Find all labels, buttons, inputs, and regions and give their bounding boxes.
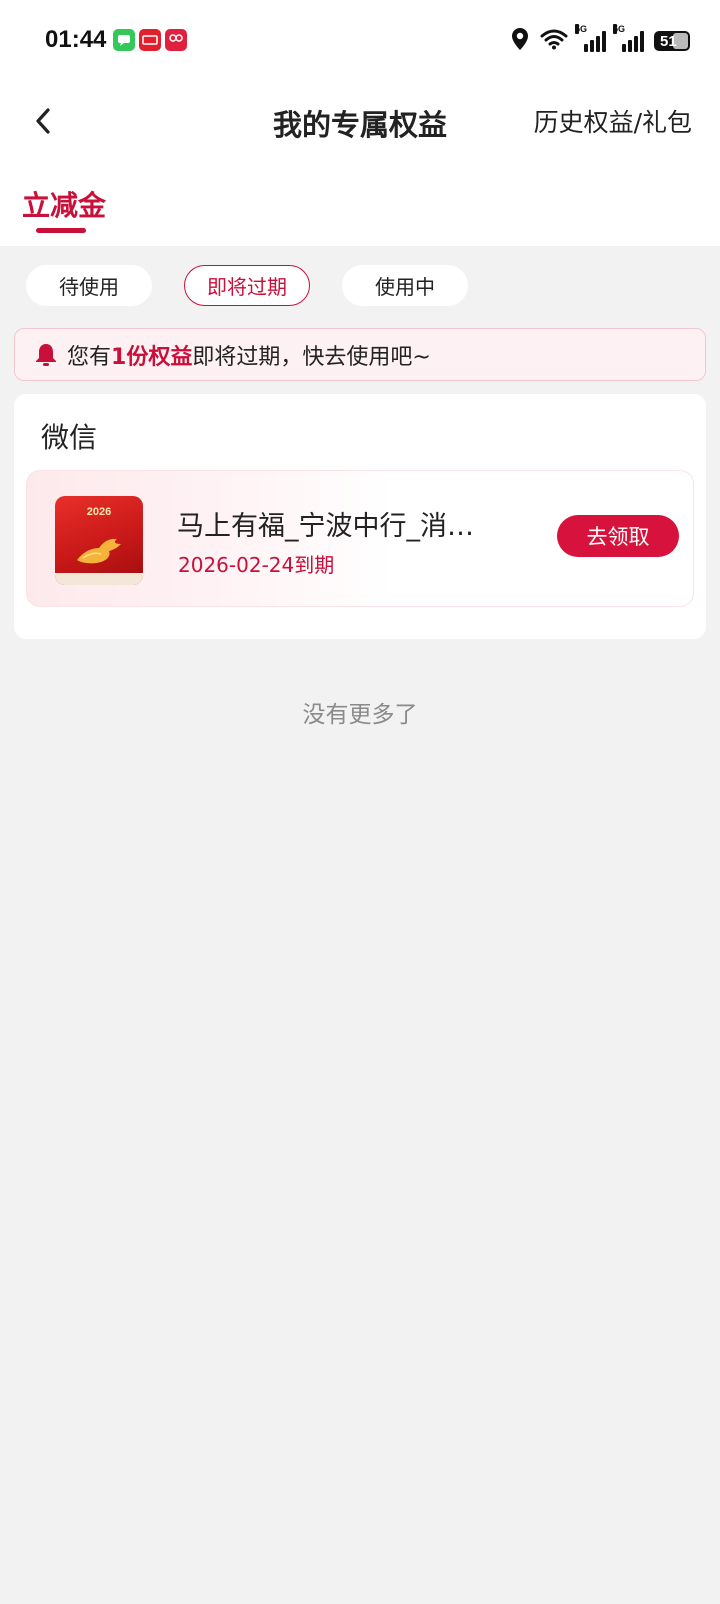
benefit-thumbnail: 2026: [55, 496, 143, 585]
battery-level: 51: [660, 32, 677, 50]
benefit-name: 马上有福_宁波中行_消费...: [177, 511, 497, 542]
thumbnail-year: 2026: [86, 506, 112, 518]
taobao-app-icon: [139, 29, 161, 51]
notice-prefix: 您有: [67, 344, 112, 370]
expiry-notice: 您有 1份权益 即将过期，快去使用吧~: [14, 328, 706, 381]
active-tab-indicator: [36, 228, 86, 233]
cellular-signal-icon: 5G: [613, 24, 644, 52]
location-icon: [510, 27, 530, 55]
no-more-text: 没有更多了: [302, 702, 418, 728]
wifi-icon: [540, 28, 568, 54]
category-tabs: 立减金: [0, 160, 720, 246]
signal-label: 5G: [575, 24, 588, 34]
tab-instant-discount[interactable]: 立减金: [22, 184, 106, 224]
benefit-expiry-date: 2026-02-24到期: [178, 553, 335, 577]
messages-app-icon: [113, 29, 135, 51]
group-title: 微信: [41, 421, 98, 454]
notice-highlight: 1份权益: [111, 344, 193, 370]
page-header: 我的专属权益 历史权益/礼包: [0, 82, 720, 160]
status-icons: 5G 5G 51: [510, 24, 690, 56]
benefit-item[interactable]: 2026 马上有福_宁波中行_消费... 2026-02-24到期 去领取: [26, 470, 694, 607]
bell-icon: [33, 342, 59, 368]
status-time: 01:44: [45, 26, 107, 53]
signal-label: 5G: [613, 24, 626, 34]
history-benefits-link[interactable]: 历史权益/礼包: [534, 103, 692, 139]
shopping-app-icon: [165, 29, 187, 51]
claim-button[interactable]: 去领取: [557, 515, 679, 557]
cellular-signal-icon: 5G: [575, 24, 606, 52]
filter-pending-use[interactable]: 待使用: [26, 265, 152, 306]
battery-icon: 51: [654, 31, 690, 51]
horse-illustration: [77, 538, 121, 564]
benefit-group-card: 微信 2026 马上有福_宁波中行_消费... 2026-02-24到期 去领取: [14, 394, 706, 639]
filter-expiring-soon[interactable]: 即将过期: [184, 265, 310, 306]
notice-suffix: 即将过期，快去使用吧~: [192, 344, 431, 370]
status-bar: 01:44 5G 5G 51: [0, 0, 720, 82]
filter-in-use[interactable]: 使用中: [342, 265, 468, 306]
